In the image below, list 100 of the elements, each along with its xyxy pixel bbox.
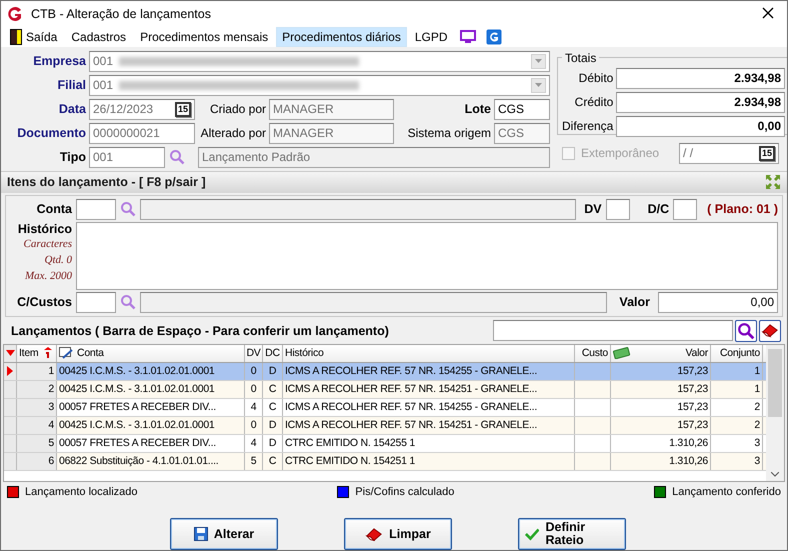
scrollbar-thumb[interactable] <box>768 348 782 417</box>
table-row[interactable]: 4 00425 I.C.M.S. - 3.1.01.02.01.0001 0 D ICMS A RECOLHER REF. 57 NR. 154251 - GRANELE... 157,23 2 <box>4 416 766 435</box>
text-field[interactable]: CGS <box>494 122 550 144</box>
table-cell: 1 <box>17 362 57 380</box>
text-field[interactable] <box>606 198 630 220</box>
group-title: Totais <box>564 50 598 65</box>
action-button[interactable]: Alterar <box>170 518 278 550</box>
search-field[interactable] <box>493 320 733 342</box>
table-cell: 0 <box>245 362 263 380</box>
table-cell: 06822 Substituição - 4.1.01.01.01.... <box>57 452 245 470</box>
legend-label: Lançamento conferido <box>672 486 781 498</box>
menu-item[interactable]: LGPD <box>408 26 454 47</box>
table-cell: 5 <box>17 434 57 452</box>
branch-combo[interactable]: 001 <box>89 74 550 96</box>
row-indicator-cell[interactable] <box>4 362 17 380</box>
row-indicator-cell[interactable] <box>4 416 17 434</box>
sort-icon <box>44 347 52 360</box>
field-label: Conta <box>36 202 72 216</box>
field-label: DV <box>584 202 602 216</box>
calendar-button[interactable]: 15 <box>174 102 191 117</box>
table-cell: CTRC EMITIDO N. 154255 1 <box>283 434 575 452</box>
menu-item[interactable]: Saída <box>4 26 64 47</box>
plan-label: ( Plano: 01 ) <box>707 202 778 216</box>
field-label: Débito <box>578 71 614 86</box>
checkmark-icon <box>525 527 540 541</box>
text-field[interactable]: CGS <box>494 98 550 120</box>
column-header[interactable]: Custo <box>575 344 611 362</box>
row-pointer-icon <box>7 366 13 376</box>
legend-label: Pis/Cofins calculado <box>355 486 454 498</box>
field-label: Documento <box>16 126 86 140</box>
cost-center-field[interactable] <box>76 292 116 313</box>
table-cell: 00425 I.C.M.S. - 3.1.01.02.01.0001 <box>57 362 245 380</box>
column-header[interactable]: Conta <box>57 344 245 362</box>
field-label: Crédito <box>574 95 614 110</box>
table-cell: 4 <box>17 416 57 434</box>
money-icon <box>613 347 631 360</box>
text-field[interactable]: MANAGER <box>269 98 394 120</box>
field-label: Diferença <box>562 119 614 134</box>
table-cell: 00425 I.C.M.S. - 3.1.01.02.01.0001 <box>57 416 245 434</box>
table-cell: 2 <box>17 380 57 398</box>
field-label: Tipo <box>58 150 86 164</box>
close-icon <box>762 7 774 20</box>
table-cell: 00057 FRETES A RECEBER DIV... <box>57 434 245 452</box>
table-row[interactable]: 5 00057 FRETES A RECEBER DIV... 4 D CTRC EMITIDO N. 154255 1 1.310,26 3 <box>4 434 766 453</box>
app-logo-icon <box>7 6 23 22</box>
menu-item[interactable]: Cadastros <box>65 26 132 47</box>
date-field[interactable]: 26/12/2023 15 <box>89 98 195 120</box>
table-cell: 1 <box>711 380 763 398</box>
column-header[interactable]: DC <box>263 344 283 362</box>
field-label: Lote <box>464 102 491 116</box>
action-button[interactable]: Definir Rateio <box>518 518 626 550</box>
field-label: Empresa <box>32 54 86 68</box>
value-field[interactable]: 0,00 <box>658 292 778 313</box>
text-field[interactable]: 001 <box>89 146 165 168</box>
row-indicator-cell[interactable] <box>4 452 17 470</box>
table-row[interactable]: 6 06822 Substituição - 4.1.01.01.01.... 5 C CTRC EMITIDO N. 154251 1 1.310,26 3 <box>4 452 766 471</box>
menu-item[interactable]: Procedimentos mensais <box>134 26 274 47</box>
column-header[interactable]: DV <box>245 344 263 362</box>
field-label: Filial <box>56 78 86 92</box>
table-cell: 00425 I.C.M.S. - 3.1.01.02.01.0001 <box>57 380 245 398</box>
column-header[interactable]: Item <box>17 344 57 362</box>
eraser-icon <box>365 526 384 542</box>
table-cell: 1.310,26 <box>611 452 711 470</box>
table-cell: 0 <box>245 416 263 434</box>
clear-button[interactable] <box>759 320 781 342</box>
row-indicator-cell[interactable] <box>4 434 17 452</box>
table-cell: C <box>263 398 283 416</box>
action-button[interactable]: Limpar <box>344 518 452 550</box>
account-field[interactable] <box>76 198 116 220</box>
table-row[interactable]: 1 00425 I.C.M.S. - 3.1.01.02.01.0001 0 D ICMS A RECOLHER REF. 57 NR. 154255 - GRANELE... 157,23 1 <box>4 362 766 381</box>
table-cell: 0 <box>245 380 263 398</box>
column-header[interactable]: Histórico <box>283 344 575 362</box>
table-cell: 5 <box>245 452 263 470</box>
field-label: D/C <box>648 202 670 216</box>
legend-label: Lançamento localizado <box>25 486 138 498</box>
text-field[interactable] <box>673 198 698 220</box>
table-cell: D <box>263 434 283 452</box>
character-counter: Qtd. 0 <box>44 252 72 268</box>
table-cell: 157,23 <box>611 380 711 398</box>
character-counter: Caracteres <box>24 236 72 252</box>
row-indicator-cell[interactable] <box>4 398 17 416</box>
text-field[interactable]: MANAGER <box>269 122 394 144</box>
menu-item[interactable]: Procedimentos diários <box>276 26 407 47</box>
table-cell: 157,23 <box>611 416 711 434</box>
table-cell: D <box>263 362 283 380</box>
note-icon <box>59 346 74 360</box>
table-cell: 1.310,26 <box>611 434 711 452</box>
scrollbar[interactable] <box>766 344 784 482</box>
table-cell: ICMS A RECOLHER REF. 57 NR. 154255 - GRANELE... <box>283 398 575 416</box>
expand-icon[interactable] <box>765 174 781 190</box>
history-textarea[interactable] <box>76 222 778 290</box>
column-header[interactable]: Valor <box>611 344 711 362</box>
scroll-down-icon[interactable] <box>771 472 779 478</box>
table-cell: 2 <box>711 416 763 434</box>
column-header[interactable]: Conjunto <box>711 344 763 362</box>
row-indicator-cell[interactable] <box>4 380 17 398</box>
text-field[interactable]: 0000000021 <box>89 122 195 144</box>
table-row[interactable]: 3 00057 FRETES A RECEBER DIV... 4 C ICMS A RECOLHER REF. 57 NR. 154255 - GRANELE... 157,23 2 <box>4 398 766 417</box>
company-combo[interactable]: 001 <box>89 50 550 72</box>
table-row[interactable]: 2 00425 I.C.M.S. - 3.1.01.02.01.0001 0 C ICMS A RECOLHER REF. 57 NR. 154251 - GRANELE... 157,23 1 <box>4 380 766 399</box>
